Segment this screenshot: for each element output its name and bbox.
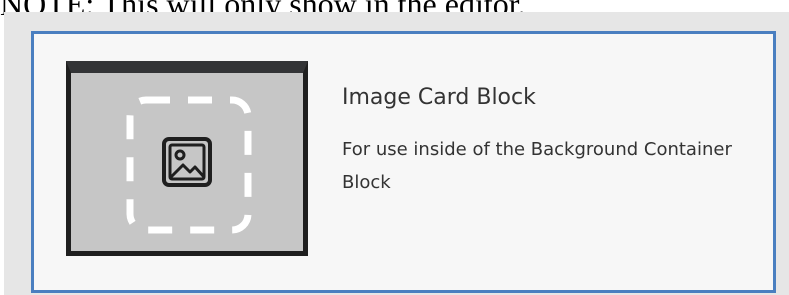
image-card-block[interactable]: Image Card Block For use inside of the B… [31,31,776,293]
block-preview-frame: Image Card Block For use inside of the B… [4,12,789,295]
block-title: Image Card Block [342,85,536,110]
block-description: For use inside of the Background Contain… [342,139,732,193]
block-thumbnail [66,61,308,256]
image-placeholder-icon [126,96,252,234]
